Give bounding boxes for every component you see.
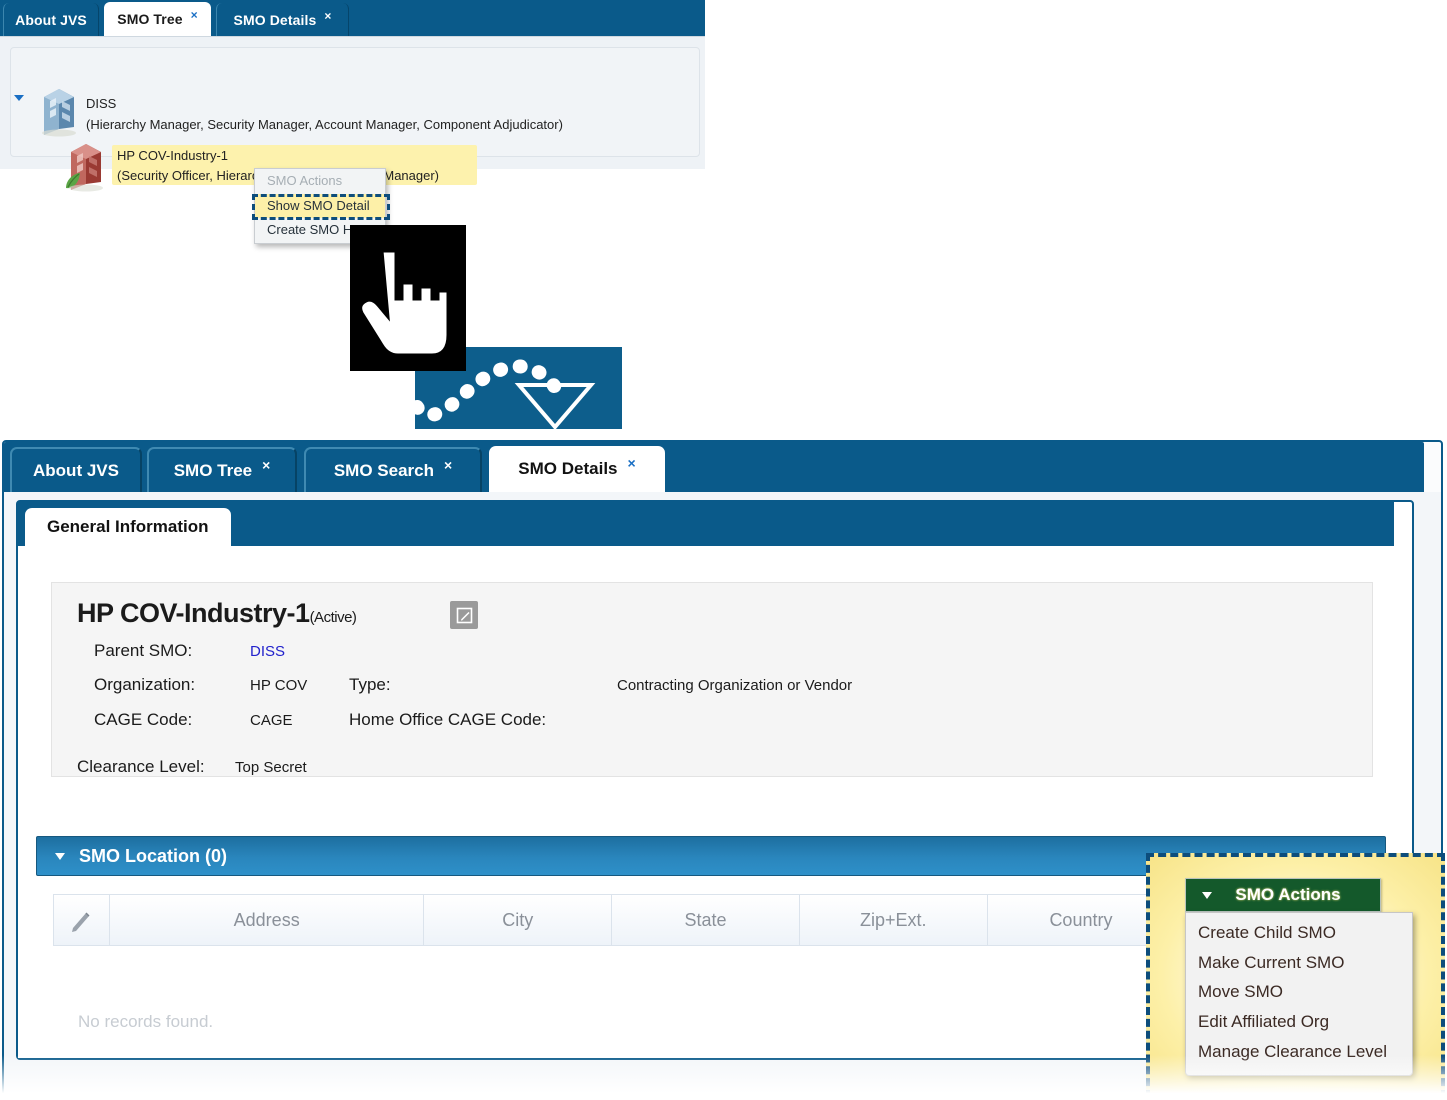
hand-pointer-cursor (350, 225, 466, 371)
type-label: Type: (349, 675, 391, 694)
menu-item-manage-clearance-level[interactable]: Manage Clearance Level (1186, 1038, 1412, 1068)
tab-label: SMO Details (518, 459, 618, 478)
menu-item-move-smo[interactable]: Move SMO (1186, 978, 1412, 1008)
status-badge: (Active) (309, 609, 357, 626)
cage-code-label: CAGE Code: (94, 710, 193, 729)
tab-label: About JVS (33, 460, 119, 480)
column-header-state[interactable]: State (612, 895, 800, 945)
building-blue-icon (36, 85, 82, 137)
tab-label: SMO Details (233, 11, 317, 28)
pencil-icon (72, 912, 90, 932)
organization-label: Organization: (94, 675, 196, 694)
top-tab-bar: About JVS SMO Tree × SMO Details × (0, 0, 705, 36)
menu-item-create-child-smo[interactable]: Create Child SMO (1186, 919, 1412, 949)
column-header-zip-ext[interactable]: Zip+Ext. (800, 895, 988, 945)
tab-label: SMO Search (333, 460, 434, 480)
tree-panel: DISS (Hierarchy Manager, Security Manage… (0, 36, 705, 192)
chevron-down-icon[interactable] (55, 852, 65, 860)
building-red-icon (63, 140, 109, 192)
tree-node-roles-diss: (Hierarchy Manager, Security Manager, Ac… (86, 117, 563, 132)
empty-state-message: No records found. (78, 1012, 214, 1031)
smo-actions-menu: Create Child SMO Make Current SMO Move S… (1185, 912, 1413, 1077)
parent-smo-link[interactable]: DISS (250, 643, 285, 660)
close-icon[interactable]: × (444, 457, 452, 473)
close-icon[interactable]: × (262, 457, 270, 473)
clearance-level-value: Top Secret (235, 759, 307, 776)
close-icon[interactable]: × (324, 10, 331, 22)
column-header-city[interactable]: City (424, 895, 613, 945)
menu-item-edit-affiliated-org[interactable]: Edit Affiliated Org (1186, 1008, 1412, 1038)
smo-name: HP COV-Industry-1 (77, 598, 310, 628)
inner-tab-bar: General Information (18, 502, 1394, 546)
bottom-tab-bar: About JVS SMO Tree × SMO Search × SMO De… (4, 442, 1424, 492)
tab-about-jvs[interactable]: About JVS (3, 3, 99, 36)
tree-node-label-hp[interactable]: HP COV-Industry-1 (117, 148, 228, 163)
tree-node-label-diss[interactable]: DISS (86, 96, 116, 111)
chevron-down-icon[interactable] (14, 95, 24, 101)
context-menu-item-show-smo-detail[interactable]: Show SMO Detail (255, 193, 385, 219)
column-header-address[interactable]: Address (110, 895, 425, 945)
tab-smo-tree[interactable]: SMO Tree × (104, 2, 211, 36)
section-title: SMO Location (0) (79, 845, 227, 866)
clearance-level-label: Clearance Level: (77, 757, 205, 776)
tab-smo-tree[interactable]: SMO Tree × (147, 447, 297, 492)
edit-smo-button[interactable] (450, 601, 478, 629)
tab-label: SMO Tree (117, 11, 183, 27)
close-icon[interactable]: × (628, 455, 636, 471)
smo-summary-box: HP COV-Industry-1(Active) Parent SMO: DI… (51, 582, 1373, 777)
tab-label: SMO Tree (173, 460, 253, 480)
pencil-edit-icon (456, 607, 472, 623)
type-value: Contracting Organization or Vendor (617, 677, 853, 694)
tab-smo-details[interactable]: SMO Details × (216, 3, 349, 36)
tab-label: General Information (47, 517, 209, 536)
home-office-cage-code-label: Home Office CAGE Code: (349, 710, 547, 729)
cage-code-value: CAGE (250, 712, 293, 729)
context-menu-header: SMO Actions (267, 173, 343, 188)
smo-actions-callout: SMO Actions Create Child SMO Make Curren… (1146, 853, 1447, 1100)
menu-item-make-current-smo[interactable]: Make Current SMO (1186, 949, 1412, 979)
chevron-down-icon (1202, 891, 1212, 899)
column-header-edit (54, 895, 110, 945)
tab-smo-details[interactable]: SMO Details × (489, 446, 665, 492)
page-title: HP COV-Industry-1(Active) (77, 598, 357, 629)
tab-label: About JVS (15, 11, 87, 28)
parent-smo-label: Parent SMO: (94, 641, 193, 660)
smo-actions-button-label: SMO Actions (1235, 885, 1341, 904)
smo-actions-button[interactable]: SMO Actions (1185, 878, 1381, 912)
organization-value: HP COV (250, 677, 308, 694)
close-icon[interactable]: × (191, 9, 198, 21)
tab-smo-search[interactable]: SMO Search × (304, 447, 482, 492)
tab-about-jvs[interactable]: About JVS (10, 447, 142, 492)
tab-general-information[interactable]: General Information (25, 508, 231, 546)
smo-tree-window: About JVS SMO Tree × SMO Details × DISS … (0, 0, 705, 192)
